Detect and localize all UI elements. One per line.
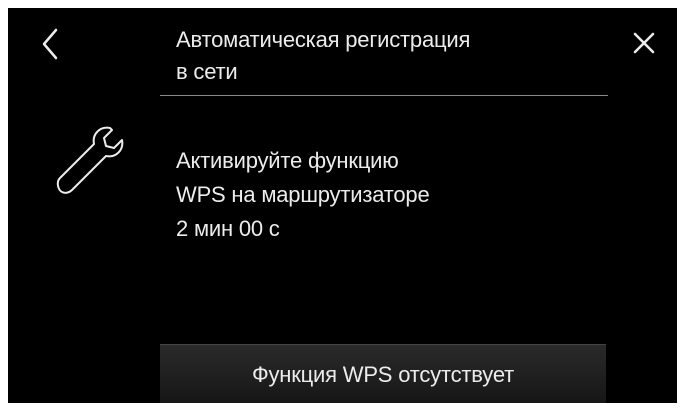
wrench-icon [48, 116, 134, 202]
instruction-line-1: Активируйте функцию [176, 148, 399, 173]
header-divider [160, 95, 608, 96]
close-button[interactable] [629, 28, 659, 58]
page-title: Автоматическая регистрация в сети [176, 24, 606, 88]
title-line-1: Автоматическая регистрация [176, 27, 471, 52]
close-icon [633, 32, 655, 54]
countdown-timer: 2 мин 00 с [176, 216, 280, 241]
wps-registration-screen: Автоматическая регистрация в сети Активи… [8, 8, 677, 403]
wps-unavailable-button[interactable]: Функция WPS отсутствует [160, 344, 606, 403]
instruction-line-2: WPS на маршрутизаторе [176, 182, 430, 207]
instruction-text: Активируйте функцию WPS на маршрутизатор… [176, 144, 616, 246]
chevron-left-icon [42, 28, 58, 60]
back-button[interactable] [36, 26, 66, 62]
wps-unavailable-label: Функция WPS отсутствует [251, 361, 515, 387]
title-line-2: в сети [176, 59, 238, 84]
